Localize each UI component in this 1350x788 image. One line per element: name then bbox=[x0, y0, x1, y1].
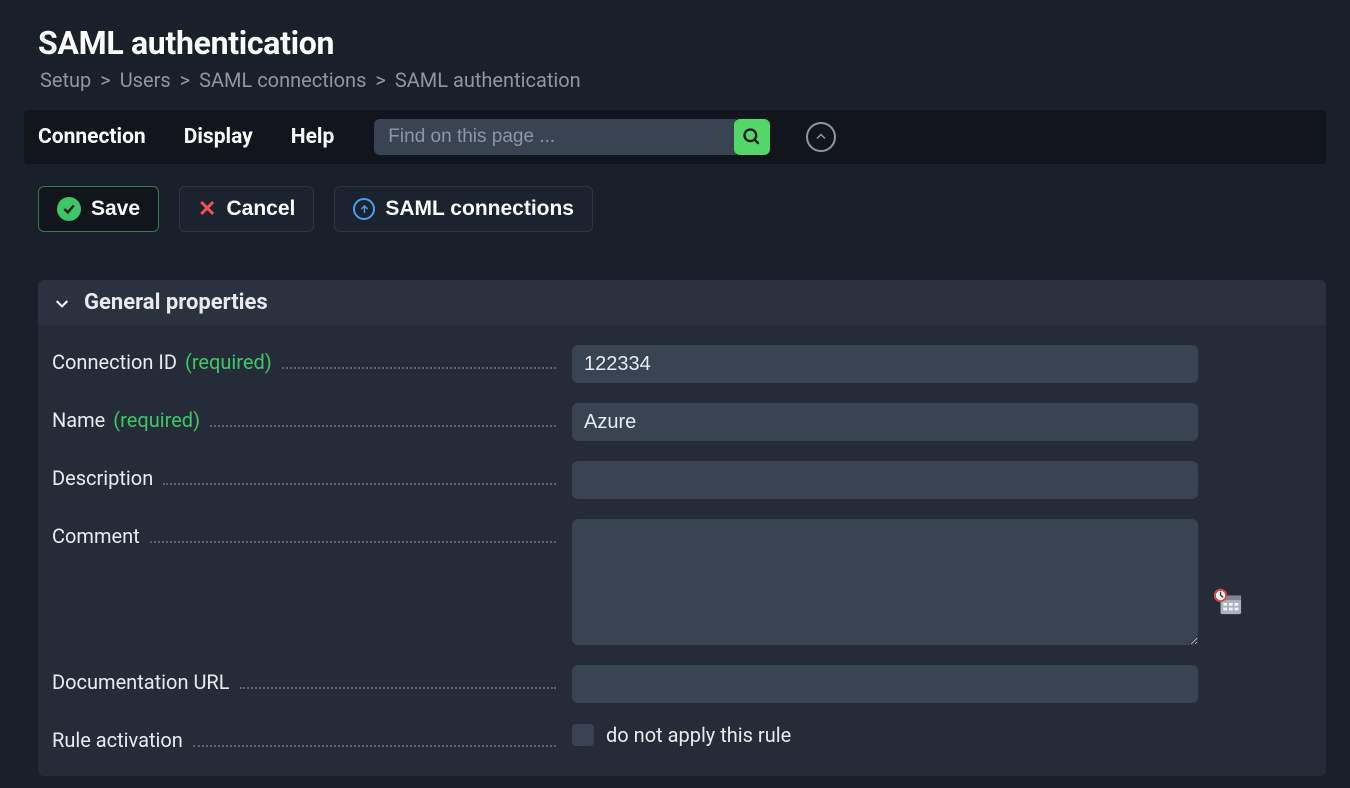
page-title: SAML authentication bbox=[38, 24, 1312, 62]
search-input[interactable] bbox=[374, 119, 736, 155]
breadcrumb-setup[interactable]: Setup bbox=[40, 68, 91, 92]
description-label: Description bbox=[52, 466, 153, 490]
arrow-up-circle-icon bbox=[353, 198, 375, 220]
breadcrumb-sep: > bbox=[180, 68, 190, 92]
required-indicator: (required) bbox=[185, 350, 272, 374]
general-properties-panel: General properties Connection ID (requir… bbox=[38, 280, 1326, 776]
rule-activation-label: Rule activation bbox=[52, 728, 183, 752]
dots-filler bbox=[193, 744, 556, 747]
breadcrumb-users[interactable]: Users bbox=[120, 68, 171, 92]
comment-input[interactable] bbox=[572, 519, 1198, 645]
menu-display[interactable]: Display bbox=[166, 125, 273, 149]
breadcrumb-sep: > bbox=[100, 68, 110, 92]
connection-id-input[interactable] bbox=[572, 345, 1198, 383]
toolbar: Connection Display Help bbox=[24, 110, 1326, 164]
name-input[interactable] bbox=[572, 403, 1198, 441]
breadcrumb-sep: > bbox=[375, 68, 385, 92]
cancel-label: Cancel bbox=[226, 197, 295, 221]
saml-connections-button[interactable]: SAML connections bbox=[334, 186, 593, 232]
menu-connection[interactable]: Connection bbox=[38, 125, 166, 149]
chevron-up-icon bbox=[815, 131, 827, 143]
menu-help[interactable]: Help bbox=[273, 125, 355, 149]
save-button[interactable]: Save bbox=[38, 186, 159, 232]
dots-filler bbox=[163, 482, 556, 485]
breadcrumb: Setup > Users > SAML connections > SAML … bbox=[38, 68, 1312, 92]
doc-url-label: Documentation URL bbox=[52, 670, 230, 694]
connection-id-label: Connection ID bbox=[52, 350, 177, 374]
description-input[interactable] bbox=[572, 461, 1198, 499]
doc-url-input[interactable] bbox=[572, 665, 1198, 703]
search-button[interactable] bbox=[734, 119, 770, 155]
breadcrumb-saml-connections[interactable]: SAML connections bbox=[199, 68, 366, 92]
date-time-helper-icon[interactable] bbox=[1213, 588, 1243, 620]
dots-filler bbox=[240, 686, 556, 689]
dots-filler bbox=[282, 366, 556, 369]
breadcrumb-current: SAML authentication bbox=[395, 68, 581, 92]
close-icon: ✕ bbox=[198, 196, 216, 222]
panel-header[interactable]: General properties bbox=[38, 280, 1326, 325]
save-label: Save bbox=[91, 197, 140, 221]
name-label: Name bbox=[52, 408, 105, 432]
comment-label: Comment bbox=[52, 524, 140, 548]
action-row: Save ✕ Cancel SAML connections bbox=[38, 186, 1312, 232]
cancel-button[interactable]: ✕ Cancel bbox=[179, 186, 314, 232]
chevron-down-icon bbox=[54, 295, 70, 311]
dots-filler bbox=[150, 540, 556, 543]
saml-connections-label: SAML connections bbox=[385, 197, 574, 221]
collapse-all-button[interactable] bbox=[806, 122, 836, 152]
rule-activation-checkbox-label: do not apply this rule bbox=[606, 723, 791, 747]
check-circle-icon bbox=[57, 197, 81, 221]
required-indicator: (required) bbox=[113, 408, 200, 432]
panel-title: General properties bbox=[84, 290, 268, 315]
rule-activation-checkbox[interactable] bbox=[572, 724, 594, 746]
dots-filler bbox=[210, 424, 556, 427]
search-icon bbox=[742, 127, 762, 147]
